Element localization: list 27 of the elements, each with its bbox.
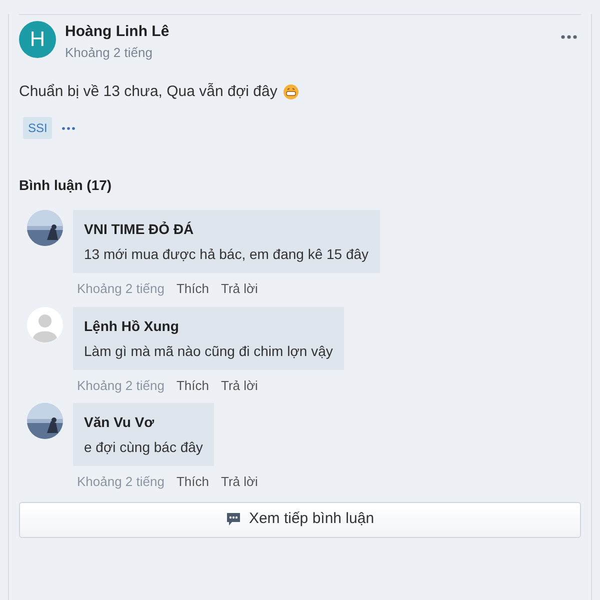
commenter-name[interactable]: Văn Vu Vơ — [84, 412, 203, 433]
more-comments-button[interactable]: Xem tiếp bình luận — [19, 502, 581, 538]
reply-link[interactable]: Trả lời — [220, 376, 258, 395]
like-link[interactable]: Thích — [176, 472, 209, 492]
like-link[interactable]: Thích — [176, 376, 209, 395]
more-options-icon[interactable] — [561, 35, 577, 39]
post-time: Khoảng 2 tiếng — [65, 44, 154, 62]
commenter-name[interactable]: VNI TIME ĐỎ ĐÁ — [84, 219, 369, 240]
grinning-emoji-icon — [283, 84, 300, 100]
comment-time: Khoảng 2 tiếng — [77, 473, 164, 491]
reply-link[interactable]: Trả lời — [220, 472, 258, 492]
comment-text: e đợi cùng bác đây — [84, 438, 203, 457]
default-avatar-icon — [27, 306, 63, 342]
reply-link[interactable]: Trả lời — [220, 279, 258, 298]
post-text: Chuẩn bị về 13 chưa, Qua vẫn đợi đây — [19, 82, 278, 102]
comment-time: Khoảng 2 tiếng — [77, 376, 164, 395]
stock-tag[interactable]: SSI — [23, 117, 52, 139]
comment-text: Làm gì mà mã nào cũng đi chim lợn vậy — [84, 342, 333, 361]
more-tags-icon[interactable] — [62, 126, 76, 130]
comment-icon — [226, 512, 241, 527]
commenter-name[interactable]: Lệnh Hồ Xung — [84, 316, 333, 336]
like-link[interactable]: Thích — [176, 279, 209, 298]
author-name[interactable]: Hoàng Linh Lê — [65, 23, 561, 41]
comment-time: Khoảng 2 tiếng — [77, 280, 164, 298]
comment-text: 13 mới mua được hả bác, em đang kê 15 đây — [84, 245, 369, 264]
comments-heading: Bình luận (17) — [19, 176, 113, 195]
author-avatar[interactable]: H — [19, 21, 56, 58]
